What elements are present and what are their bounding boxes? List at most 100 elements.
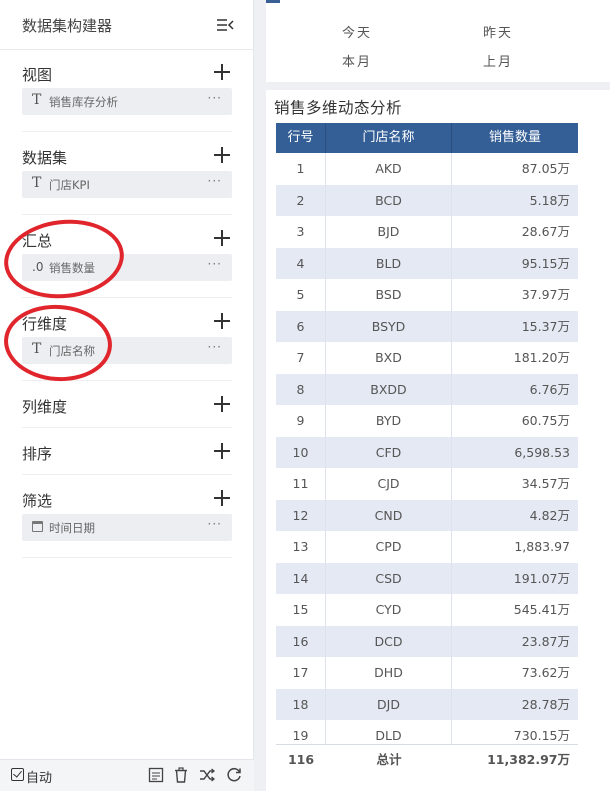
section-summary: 汇总 .0 销售数量 ··· xyxy=(0,216,254,298)
field-chip-dataset[interactable]: T 门店KPI ··· xyxy=(22,171,232,198)
add-column-dimension-icon[interactable] xyxy=(213,395,231,413)
more-icon[interactable]: ··· xyxy=(208,257,222,271)
collapse-panel-icon[interactable] xyxy=(216,17,234,33)
add-measure-icon[interactable] xyxy=(213,229,231,247)
table-row[interactable]: 13 CPD 1,883.97 xyxy=(276,531,578,563)
section-sort: 排序 xyxy=(0,429,254,475)
section-filter: 筛选 时间日期 ··· xyxy=(0,476,254,558)
cell-sales-quantity: 4.82万 xyxy=(529,507,570,523)
add-dataset-icon[interactable] xyxy=(213,146,231,164)
more-icon[interactable]: ··· xyxy=(208,517,222,531)
quick-date-yesterday[interactable]: 昨天 xyxy=(483,22,513,41)
field-chip-filter[interactable]: 时间日期 ··· xyxy=(22,514,232,541)
column-header-sales-quantity[interactable]: 销售数量 xyxy=(452,123,578,153)
sql-icon[interactable] xyxy=(147,766,165,784)
quick-date-today[interactable]: 今天 xyxy=(342,22,372,41)
cell-store-name: BSD xyxy=(326,279,452,311)
table-row[interactable]: 19 DLD 730.15万 xyxy=(276,720,578,744)
text-type-icon: T xyxy=(32,341,42,357)
section-title-filter: 筛选 xyxy=(22,492,53,510)
field-chip-row-dimension[interactable]: T 门店名称 ··· xyxy=(22,337,232,364)
column-header-store-name[interactable]: 门店名称 xyxy=(326,123,452,153)
total-label: 总计 xyxy=(376,752,402,767)
cell-store-name: CJD xyxy=(326,468,452,500)
total-value: 11,382.97万 xyxy=(487,752,570,767)
cell-sales-quantity: 545.41万 xyxy=(513,602,570,617)
divider xyxy=(22,214,232,215)
quick-date-last-month[interactable]: 上月 xyxy=(483,51,513,70)
more-icon[interactable]: ··· xyxy=(208,340,222,354)
divider xyxy=(22,380,232,381)
add-filter-icon[interactable] xyxy=(213,489,231,507)
cell-sales-quantity: 1,883.97 xyxy=(514,539,570,554)
add-view-icon[interactable] xyxy=(213,63,231,81)
builder-header: 数据集构建器 xyxy=(0,0,254,50)
table-row[interactable]: 16 DCD 23.87万 xyxy=(276,625,578,657)
table-row[interactable]: 2 BCD 5.18万 xyxy=(276,184,578,216)
table-row[interactable]: 5 BSD 37.97万 xyxy=(276,279,578,311)
table-row[interactable]: 10 CFD 6,598.53 xyxy=(276,436,578,468)
column-header-row-number[interactable]: 行号 xyxy=(276,123,326,153)
field-chip-summary[interactable]: .0 销售数量 ··· xyxy=(22,254,232,281)
section-title-column-dimension: 列维度 xyxy=(22,398,68,416)
section-title-sort: 排序 xyxy=(22,445,53,463)
table-row[interactable]: 1 AKD 87.05万 xyxy=(276,153,578,185)
table-row[interactable]: 11 CJD 34.57万 xyxy=(276,468,578,500)
add-sort-icon[interactable] xyxy=(213,442,231,460)
table-row[interactable]: 17 DHD 73.62万 xyxy=(276,657,578,689)
refresh-icon[interactable] xyxy=(225,766,243,784)
divider xyxy=(22,557,232,558)
section-title-view: 视图 xyxy=(22,66,53,84)
quick-date-this-month[interactable]: 本月 xyxy=(342,51,372,70)
divider xyxy=(22,427,232,428)
cell-row-number: 1 xyxy=(276,153,326,185)
table-row[interactable]: 12 CND 4.82万 xyxy=(276,499,578,531)
calendar-icon xyxy=(32,521,43,532)
cell-store-name: DHD xyxy=(326,657,452,689)
cell-sales-quantity: 28.78万 xyxy=(521,696,570,712)
shuffle-icon[interactable] xyxy=(198,766,216,784)
field-label: 销售库存分析 xyxy=(49,95,118,109)
delete-icon[interactable] xyxy=(172,766,190,784)
table-row[interactable]: 7 BXD 181.20万 xyxy=(276,342,578,374)
cell-row-number: 5 xyxy=(276,279,326,311)
table-row[interactable]: 9 BYD 60.75万 xyxy=(276,405,578,437)
table-body[interactable]: 1 AKD 87.05万 2 BCD 5.18万 3 BJD 28.67万 4 BLD 95.15万 5… xyxy=(276,153,578,744)
text-type-icon: T xyxy=(32,175,42,191)
table-row[interactable]: 14 CSD 191.07万 xyxy=(276,562,578,594)
section-title-dataset: 数据集 xyxy=(22,149,68,167)
cell-sales-quantity: 6,598.53 xyxy=(514,444,570,460)
total-row-count: 116 xyxy=(287,752,315,767)
cell-store-name: BXDD xyxy=(326,373,452,405)
cell-sales-quantity: 95.15万 xyxy=(521,255,570,271)
cell-sales-quantity: 15.37万 xyxy=(521,318,570,334)
cell-store-name: BJD xyxy=(326,216,452,248)
more-icon[interactable]: ··· xyxy=(208,174,222,188)
divider xyxy=(22,474,232,475)
table-row[interactable]: 3 BJD 28.67万 xyxy=(276,216,578,248)
cell-store-name: BLD xyxy=(326,247,452,279)
auto-checkbox[interactable] xyxy=(11,768,24,781)
cell-row-number: 6 xyxy=(276,310,326,342)
numeric-type-icon: .0 xyxy=(32,260,44,274)
section-dataset: 数据集 T 门店KPI ··· xyxy=(0,133,254,215)
cell-store-name: DLD xyxy=(326,720,452,744)
field-label: 销售数量 xyxy=(49,261,95,275)
quick-date-filter: 今天 昨天 本月 上月 xyxy=(266,0,610,82)
section-title-summary: 汇总 xyxy=(22,232,53,250)
auto-label: 自动 xyxy=(26,771,53,786)
field-chip-view[interactable]: T 销售库存分析 ··· xyxy=(22,88,232,115)
divider xyxy=(22,131,232,132)
builder-title: 数据集构建器 xyxy=(22,17,113,35)
table-row[interactable]: 18 DJD 28.78万 xyxy=(276,688,578,720)
more-icon[interactable]: ··· xyxy=(208,91,222,105)
table-row[interactable]: 6 BSYD 15.37万 xyxy=(276,310,578,342)
cell-row-number: 4 xyxy=(276,247,326,279)
table-row[interactable]: 4 BLD 95.15万 xyxy=(276,247,578,279)
table-row[interactable]: 8 BXDD 6.76万 xyxy=(276,373,578,405)
cell-row-number: 9 xyxy=(276,405,326,437)
cell-sales-quantity: 5.18万 xyxy=(529,192,570,208)
add-row-dimension-icon[interactable] xyxy=(213,312,231,330)
cell-row-number: 16 xyxy=(276,625,326,657)
table-row[interactable]: 15 CYD 545.41万 xyxy=(276,594,578,626)
